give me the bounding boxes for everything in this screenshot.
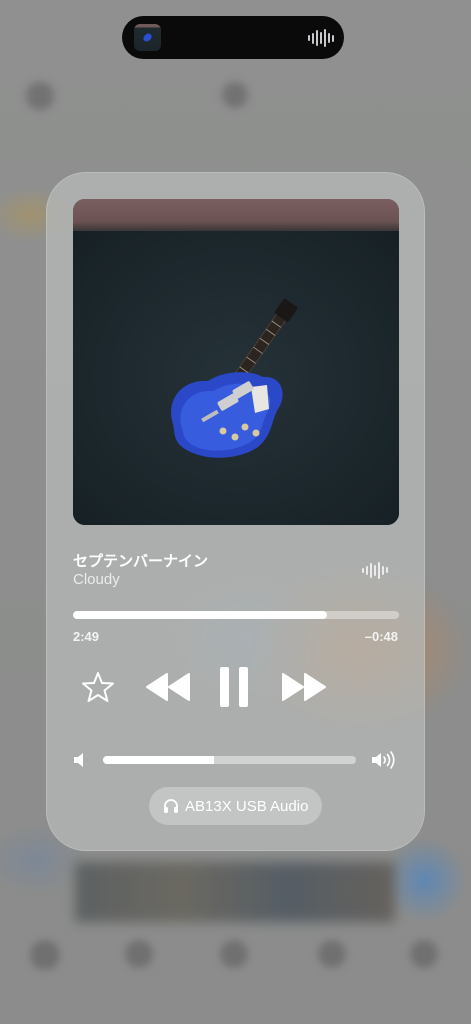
playback-progress-fill: [73, 611, 328, 619]
background-blur-shape: [30, 940, 60, 970]
background-blur-shape: [222, 82, 248, 108]
background-blur-shape: [410, 940, 438, 968]
dynamic-island[interactable]: [122, 16, 344, 59]
play-pause-button[interactable]: [214, 662, 254, 712]
track-title: セプテンバーナイン: [73, 552, 209, 570]
headphones-icon: [164, 799, 178, 813]
volume-level-fill: [103, 756, 215, 764]
album-artwork[interactable]: [73, 199, 399, 525]
pause-icon: [220, 667, 248, 707]
guitar-illustration: [171, 298, 298, 458]
remaining-time: –0:48: [364, 629, 398, 644]
volume-min-icon: [74, 753, 83, 767]
waveform-icon: [308, 28, 334, 48]
track-artist[interactable]: Cloudy: [73, 571, 120, 588]
background-blur-strip: [75, 862, 395, 922]
star-icon: [82, 672, 114, 702]
playback-scrubber[interactable]: [73, 611, 399, 619]
background-blur-shape: [26, 82, 54, 110]
now-playing-card: セプテンバーナイン Cloudy 2:49 –0:48 AB13X USB Au…: [46, 172, 425, 851]
next-track-button[interactable]: [279, 667, 329, 707]
background-blur-shape: [220, 940, 248, 968]
volume-slider[interactable]: [103, 756, 356, 764]
rewind-icon: [146, 673, 190, 701]
elapsed-time: 2:49: [73, 629, 100, 644]
background-blur-shape: [125, 940, 153, 968]
favorite-button[interactable]: [80, 669, 116, 705]
audio-output-button[interactable]: AB13X USB Audio: [149, 787, 323, 825]
audio-output-label: AB13X USB Audio: [185, 797, 309, 815]
previous-track-button[interactable]: [143, 667, 193, 707]
island-album-thumbnail: [134, 24, 161, 51]
waveform-icon: [362, 560, 388, 580]
volume-max-icon: [372, 751, 395, 769]
fast-forward-icon: [282, 673, 326, 701]
background-blur-shape: [318, 940, 346, 968]
